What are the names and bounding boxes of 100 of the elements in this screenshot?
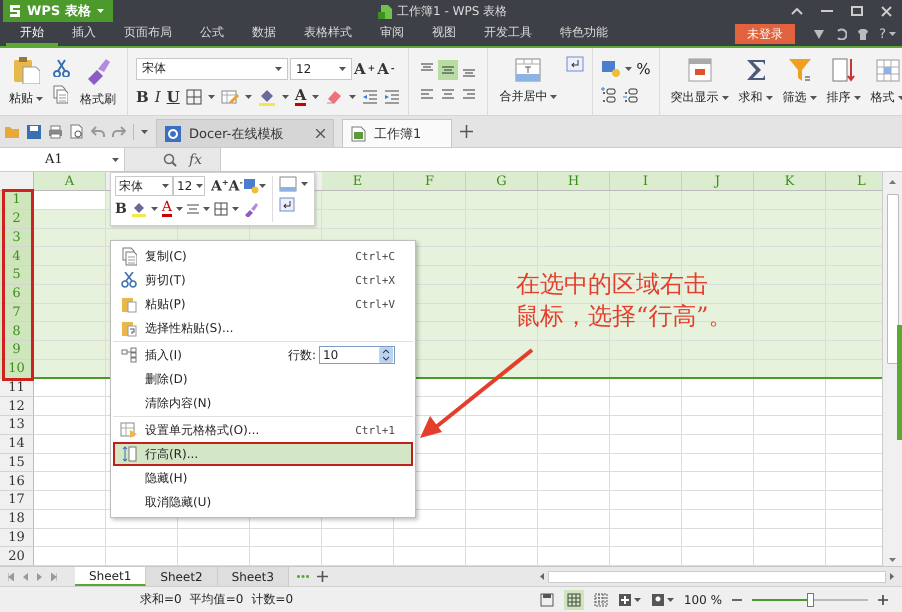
menu-item[interactable]: 设置单元格格式(O)... Ctrl+1 <box>113 418 413 442</box>
borders-icon[interactable] <box>186 88 202 104</box>
insert-function-button[interactable]: fx <box>189 152 202 168</box>
merge-center-button[interactable]: 合并居中 <box>496 56 560 107</box>
format-painter-icon[interactable] <box>242 201 259 217</box>
row-header[interactable]: 19 <box>0 528 34 548</box>
login-button[interactable]: 未登录 <box>735 24 796 44</box>
row-header[interactable]: 20 <box>0 547 34 566</box>
add-sheet-icon[interactable] <box>316 571 328 582</box>
shrink-font-button[interactable]: A$^{-}$ <box>228 177 243 195</box>
conditional-format-icon[interactable] <box>220 88 239 104</box>
caret-icon[interactable] <box>312 94 320 98</box>
menu-tab[interactable]: 审阅 <box>366 22 418 46</box>
active-cell[interactable] <box>34 191 105 209</box>
shirt-icon[interactable] <box>857 28 870 40</box>
menu-item[interactable]: 隐藏(H) <box>113 466 413 490</box>
menu-item[interactable]: 清除内容(N) <box>113 391 413 415</box>
caret-icon[interactable] <box>339 66 346 70</box>
menu-tab[interactable]: 插入 <box>58 22 110 46</box>
wrap-text-icon[interactable] <box>566 56 584 72</box>
menu-tab[interactable]: 页面布局 <box>110 22 186 46</box>
caret-icon[interactable] <box>349 94 356 98</box>
sheet-tab[interactable]: Sheet2 <box>146 567 218 586</box>
font-name-dropdown[interactable]: 宋体 <box>115 176 173 196</box>
caret-icon[interactable] <box>208 94 215 98</box>
caret-icon[interactable] <box>889 32 896 36</box>
ribbon-button[interactable]: 格式 <box>868 55 902 108</box>
collapse-icon[interactable] <box>791 7 803 15</box>
help-button[interactable]: ? <box>879 26 896 42</box>
caret-icon[interactable] <box>300 182 308 186</box>
save-icon[interactable] <box>540 592 554 606</box>
grow-font-button[interactable]: A$^{+}$ <box>211 177 229 195</box>
refresh-icon[interactable] <box>835 28 848 40</box>
italic-button[interactable]: I <box>154 88 161 106</box>
caret-icon[interactable] <box>722 96 729 100</box>
bold-button[interactable]: B <box>115 201 127 217</box>
menu-tab[interactable]: 特色功能 <box>546 22 622 46</box>
wrap-text-icon[interactable] <box>278 197 295 212</box>
row-count-field[interactable]: 10 <box>319 346 395 364</box>
ribbon-button[interactable]: 筛选 <box>780 55 820 108</box>
cut-icon[interactable] <box>52 59 71 77</box>
fill-color-icon[interactable] <box>130 201 147 217</box>
clear-format-icon[interactable] <box>325 88 344 104</box>
document-tab[interactable]: 工作簿1 <box>342 119 452 147</box>
row-header[interactable]: 15 <box>0 454 34 472</box>
align-icon[interactable] <box>186 203 199 215</box>
caret-icon[interactable] <box>550 94 558 98</box>
menu-tab[interactable]: 数据 <box>238 22 290 46</box>
zoom-slider[interactable] <box>752 592 868 606</box>
ribbon-button[interactable]: 求和 <box>736 55 776 108</box>
caret-icon[interactable] <box>36 96 43 100</box>
side-panel-handle[interactable] <box>897 325 902 440</box>
document-tab[interactable]: Docer-在线模板 <box>156 119 334 147</box>
font-color-button[interactable]: A <box>162 201 172 217</box>
menu-item[interactable]: 剪切(T) Ctrl+X <box>113 268 413 292</box>
print-preview-icon[interactable] <box>70 124 84 139</box>
close-icon[interactable] <box>316 129 325 138</box>
ribbon-button[interactable]: 突出显示 <box>668 55 732 108</box>
currency-format-icon[interactable] <box>601 60 622 78</box>
menu-item[interactable]: 选择性粘贴(S)... <box>113 316 413 340</box>
caret-icon[interactable] <box>854 96 861 100</box>
menu-tab[interactable]: 表格样式 <box>290 22 366 46</box>
caret-icon[interactable] <box>634 598 641 602</box>
caret-icon[interactable] <box>112 158 119 162</box>
font-size-dropdown[interactable]: 12 <box>173 176 205 196</box>
paste-button[interactable]: 粘贴 <box>6 54 46 109</box>
align-middle-icon[interactable] <box>438 60 458 80</box>
row-header[interactable]: 12 <box>0 397 34 416</box>
font-color-button[interactable]: A <box>294 88 306 106</box>
maximize-icon[interactable] <box>851 6 863 16</box>
caret-icon[interactable] <box>766 96 773 100</box>
row-header[interactable]: 13 <box>0 416 34 435</box>
vertical-scrollbar[interactable] <box>882 172 902 566</box>
zoom-icon[interactable] <box>163 152 177 166</box>
ribbon-button[interactable]: 排序 <box>824 55 864 108</box>
sheet-tab[interactable]: Sheet3 <box>218 567 289 586</box>
caret-icon[interactable] <box>244 94 252 98</box>
row-header[interactable]: 17 <box>0 491 34 510</box>
format-painter-button[interactable]: 格式刷 <box>77 53 119 110</box>
menu-item[interactable]: 插入(I) <box>145 346 280 364</box>
app-menu-button[interactable]: WPS 表格 <box>3 0 113 22</box>
merge-cells-icon[interactable] <box>278 176 297 192</box>
normal-view-icon[interactable] <box>566 592 581 606</box>
menu-item[interactable]: 删除(D) <box>113 367 413 391</box>
caret-icon[interactable] <box>196 184 204 188</box>
percent-button[interactable]: % <box>636 60 651 78</box>
decrease-decimal-icon[interactable] <box>623 86 640 104</box>
menu-item[interactable]: 复制(C) Ctrl+C <box>113 244 413 268</box>
copy-icon[interactable] <box>52 85 68 104</box>
caret-icon[interactable] <box>810 96 817 100</box>
borders-icon[interactable] <box>214 202 228 216</box>
increase-indent-icon[interactable] <box>384 90 400 104</box>
fill-color-icon[interactable] <box>258 88 276 106</box>
menu-tab[interactable]: 公式 <box>186 22 238 46</box>
row-header[interactable]: 18 <box>0 510 34 528</box>
font-name-dropdown[interactable]: 宋体 <box>136 58 288 80</box>
bold-button[interactable]: B <box>136 88 149 106</box>
row-header[interactable]: 16 <box>0 472 34 491</box>
caret-icon[interactable] <box>141 130 148 134</box>
caret-icon[interactable] <box>96 9 104 13</box>
